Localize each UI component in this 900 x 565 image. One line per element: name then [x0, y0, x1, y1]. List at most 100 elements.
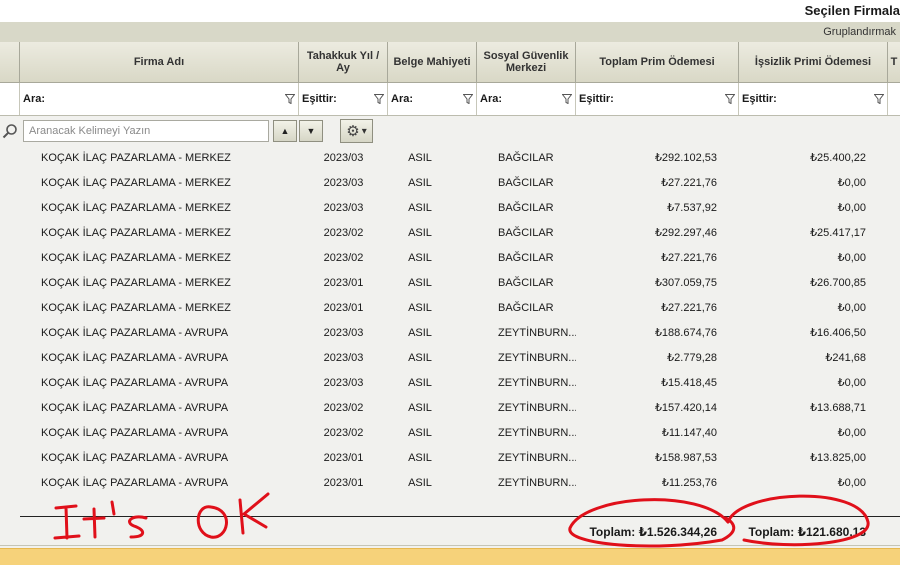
table-row[interactable]: KOÇAK İLAÇ PAZARLAMA - AVRUPA 2023/01 ASIL… [0, 446, 900, 471]
table-row[interactable]: KOÇAK İLAÇ PAZARLAMA - AVRUPA 2023/02 ASIL… [0, 396, 900, 421]
cell-firma: KOÇAK İLAÇ PAZARLAMA - AVRUPA [41, 327, 229, 339]
cell-merkez: BAĞCILAR [498, 202, 554, 214]
cell-issizlik: ₺0,00 [837, 177, 866, 189]
gear-icon: ⚙ [346, 122, 360, 140]
cell-issizlik: ₺0,00 [837, 252, 866, 264]
filter-operator-label: Eşittir: [742, 93, 777, 105]
column-header-prim[interactable]: Toplam Prim Ödemesi [576, 42, 739, 82]
cell-firma: KOÇAK İLAÇ PAZARLAMA - AVRUPA [41, 477, 229, 489]
table-row[interactable]: KOÇAK İLAÇ PAZARLAMA - MERKEZ 2023/03 ASIL… [0, 196, 900, 221]
filter-cell-donem[interactable]: Eşittir: [299, 83, 388, 115]
cell-donem: 2023/02 [323, 402, 364, 414]
table-row[interactable]: KOÇAK İLAÇ PAZARLAMA - AVRUPA 2023/02 ASIL… [0, 421, 900, 446]
column-header-mahiyet[interactable]: Belge Mahiyeti [388, 42, 477, 82]
cell-prim: ₺158.987,53 [654, 452, 717, 464]
window-title: Seçilen Firmala [804, 3, 900, 18]
table-row[interactable]: KOÇAK İLAÇ PAZARLAMA - MERKEZ 2023/01 ASIL… [0, 271, 900, 296]
cell-merkez: ZEYTİNBURN... [498, 452, 576, 464]
filter-cell-merkez[interactable]: Ara: [477, 83, 576, 115]
table-row[interactable]: KOÇAK İLAÇ PAZARLAMA - MERKEZ 2023/03 ASIL… [0, 171, 900, 196]
cell-merkez: BAĞCILAR [498, 227, 554, 239]
arrow-up-icon: ▲ [280, 126, 290, 136]
cell-firma: KOÇAK İLAÇ PAZARLAMA - AVRUPA [41, 352, 229, 364]
cell-prim: ₺11.147,40 [661, 427, 717, 439]
column-header-issizlik[interactable]: İşsizlik Primi Ödemesi [739, 42, 888, 82]
cell-mahiyet: ASIL [408, 202, 432, 214]
cell-prim: ₺292.297,46 [654, 227, 717, 239]
arrow-down-icon: ▼ [306, 126, 316, 136]
table-row[interactable]: KOÇAK İLAÇ PAZARLAMA - MERKEZ 2023/02 ASIL… [0, 221, 900, 246]
grid-header: Firma Adı Tahakkuk Yıl / Ay Belge Mahiye… [0, 42, 900, 83]
table-row[interactable]: KOÇAK İLAÇ PAZARLAMA - AVRUPA 2023/03 ASIL… [0, 346, 900, 371]
column-header-next[interactable]: T [888, 42, 900, 82]
filter-funnel-icon[interactable] [725, 94, 735, 104]
cell-prim: ₺157.420,14 [654, 402, 717, 414]
filter-operator-label: Ara: [23, 93, 46, 105]
filter-funnel-icon[interactable] [463, 94, 473, 104]
column-header-merkez[interactable]: Sosyal Güvenlik Merkezi [477, 42, 576, 82]
cell-issizlik: ₺13.825,00 [810, 452, 866, 464]
filter-funnel-icon[interactable] [374, 94, 384, 104]
cell-donem: 2023/03 [323, 202, 364, 214]
cell-firma: KOÇAK İLAÇ PAZARLAMA - MERKEZ [41, 252, 231, 264]
table-row[interactable]: KOÇAK İLAÇ PAZARLAMA - MERKEZ 2023/02 ASIL… [0, 246, 900, 271]
column-header-donem[interactable]: Tahakkuk Yıl / Ay [299, 42, 388, 82]
table-row[interactable]: KOÇAK İLAÇ PAZARLAMA - MERKEZ 2023/03 ASIL… [0, 146, 900, 171]
cell-merkez: BAĞCILAR [498, 252, 554, 264]
cell-firma: KOÇAK İLAÇ PAZARLAMA - AVRUPA [41, 377, 229, 389]
search-previous-button[interactable]: ▲ [273, 120, 297, 142]
filter-cell-prim[interactable]: Eşittir: [576, 83, 739, 115]
cell-issizlik: ₺13.688,71 [810, 402, 866, 414]
cell-donem: 2023/03 [323, 177, 364, 189]
cell-donem: 2023/03 [323, 152, 364, 164]
cell-prim: ₺11.253,76 [661, 477, 717, 489]
chevron-down-icon: ▾ [361, 125, 367, 137]
cell-merkez: ZEYTİNBURN... [498, 477, 576, 489]
cell-prim: ₺2.779,28 [667, 352, 717, 364]
cell-donem: 2023/01 [323, 302, 364, 314]
cell-merkez: BAĞCILAR [498, 177, 554, 189]
filter-funnel-icon[interactable] [562, 94, 572, 104]
cell-prim: ₺27.221,76 [661, 302, 717, 314]
filter-operator-label: Ara: [480, 93, 503, 105]
group-by-panel[interactable]: Gruplandırmak [0, 22, 900, 42]
table-row[interactable]: KOÇAK İLAÇ PAZARLAMA - MERKEZ 2023/01 ASIL… [0, 296, 900, 321]
cell-mahiyet: ASIL [408, 177, 432, 189]
cell-mahiyet: ASIL [408, 352, 432, 364]
table-row[interactable]: KOÇAK İLAÇ PAZARLAMA - AVRUPA 2023/03 ASIL… [0, 321, 900, 346]
cell-issizlik: ₺0,00 [837, 377, 866, 389]
title-bar: Seçilen Firmala [0, 0, 900, 22]
column-header-firma[interactable]: Firma Adı [20, 42, 299, 82]
cell-issizlik: ₺25.400,22 [810, 152, 866, 164]
cell-firma: KOÇAK İLAÇ PAZARLAMA - MERKEZ [41, 202, 231, 214]
filter-cell-issizlik[interactable]: Eşittir: [739, 83, 888, 115]
cell-issizlik: ₺25.417,17 [810, 227, 866, 239]
cell-mahiyet: ASIL [408, 277, 432, 289]
cell-firma: KOÇAK İLAÇ PAZARLAMA - MERKEZ [41, 227, 231, 239]
cell-mahiyet: ASIL [408, 252, 432, 264]
cell-merkez: BAĞCILAR [498, 152, 554, 164]
cell-donem: 2023/01 [323, 277, 364, 289]
filter-cell-mahiyet[interactable]: Ara: [388, 83, 477, 115]
cell-firma: KOÇAK İLAÇ PAZARLAMA - MERKEZ [41, 152, 231, 164]
search-next-button[interactable]: ▼ [299, 120, 323, 142]
data-grid-body: KOÇAK İLAÇ PAZARLAMA - MERKEZ 2023/03 ASIL… [0, 146, 900, 496]
cell-merkez: ZEYTİNBURN... [498, 352, 576, 364]
filter-cell-next[interactable] [888, 83, 900, 115]
cell-donem: 2023/02 [323, 427, 364, 439]
cell-firma: KOÇAK İLAÇ PAZARLAMA - MERKEZ [41, 277, 231, 289]
table-row[interactable]: KOÇAK İLAÇ PAZARLAMA - AVRUPA 2023/03 ASIL… [0, 371, 900, 396]
cell-merkez: BAĞCILAR [498, 302, 554, 314]
cell-prim: ₺188.674,76 [654, 327, 717, 339]
cell-mahiyet: ASIL [408, 402, 432, 414]
cell-donem: 2023/01 [323, 477, 364, 489]
filter-cell-firma[interactable]: Ara: [20, 83, 299, 115]
options-menu-button[interactable]: ⚙ ▾ [340, 119, 373, 143]
search-input[interactable] [23, 120, 269, 142]
filter-funnel-icon[interactable] [874, 94, 884, 104]
table-row[interactable]: KOÇAK İLAÇ PAZARLAMA - AVRUPA 2023/01 ASIL… [0, 471, 900, 496]
filter-funnel-icon[interactable] [285, 94, 295, 104]
cell-firma: KOÇAK İLAÇ PAZARLAMA - MERKEZ [41, 177, 231, 189]
filter-operator-label: Eşittir: [579, 93, 614, 105]
filter-operator-label: Ara: [391, 93, 414, 105]
